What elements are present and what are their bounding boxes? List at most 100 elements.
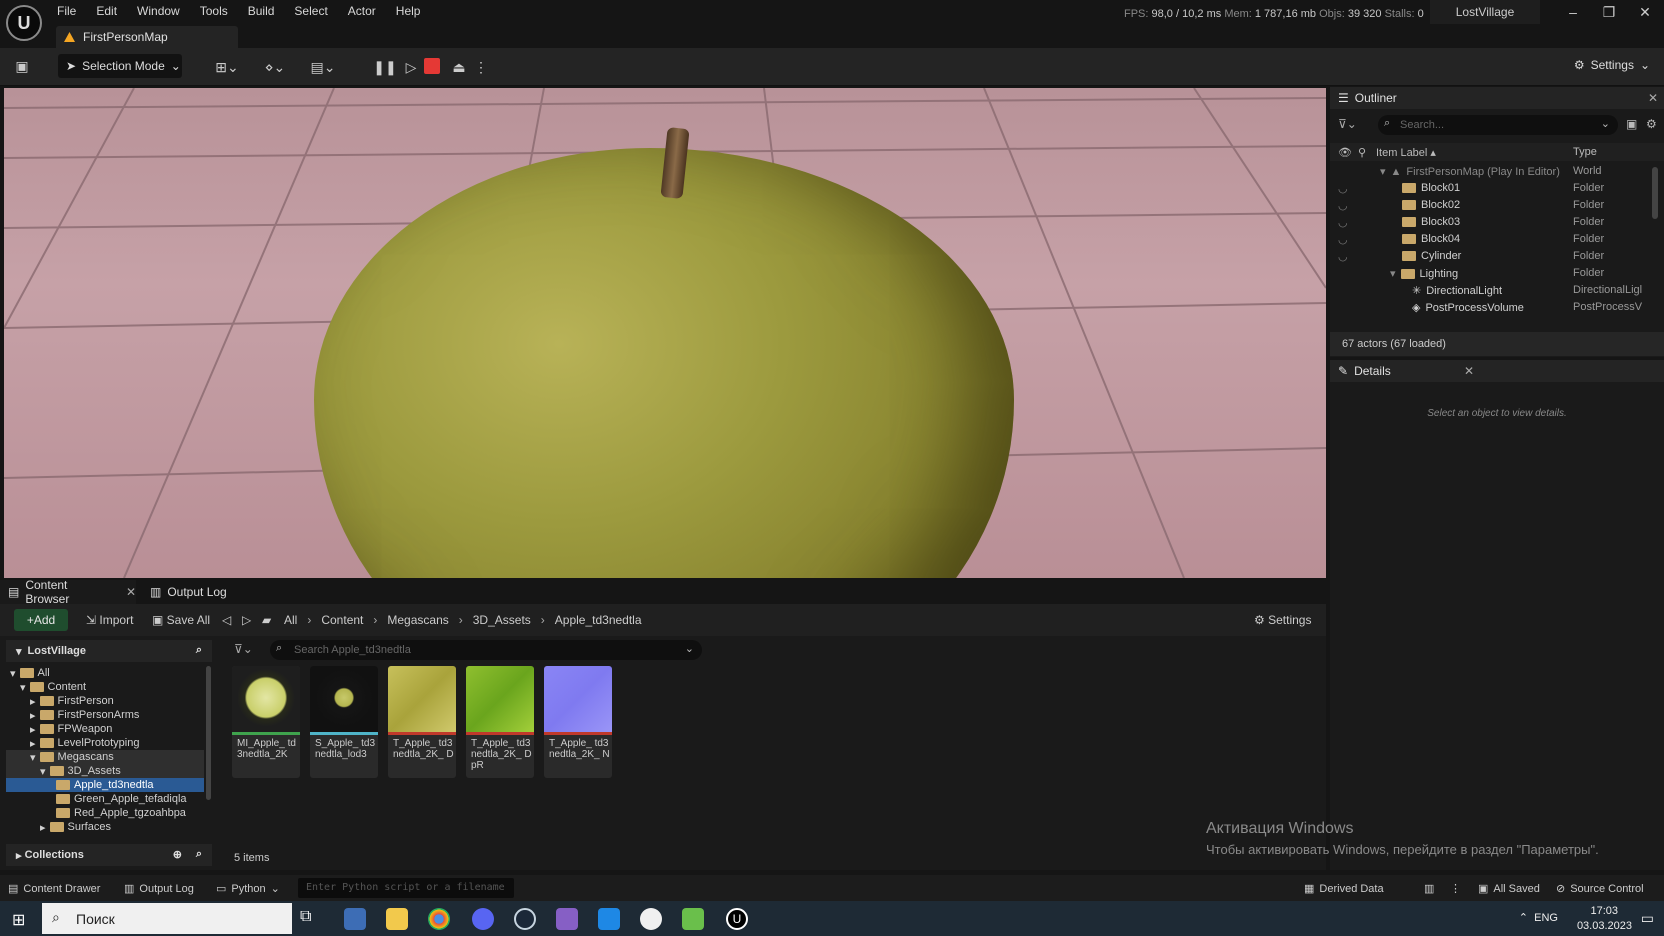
eject-icon[interactable]: ⏏ <box>448 57 470 77</box>
col-item-label[interactable]: Item Label ▴ <box>1376 146 1436 159</box>
collections-header[interactable]: ▸ Collections ⊕ ⌕ <box>6 844 212 866</box>
level-viewport[interactable] <box>4 88 1326 578</box>
search-icon[interactable]: ⌕ <box>196 644 202 657</box>
pin-icon[interactable]: ⚲ <box>1358 146 1366 159</box>
pause-icon[interactable]: ❚❚ <box>373 57 396 77</box>
python-command-input[interactable]: Enter Python script or a filename <box>298 878 514 898</box>
forward-icon[interactable]: ▷ <box>242 613 251 627</box>
tree-item[interactable]: Red_Apple_tgzoahbpa <box>6 806 204 820</box>
app-icon[interactable] <box>598 908 620 930</box>
app-icon[interactable] <box>344 908 366 930</box>
minimize-icon[interactable]: – <box>1558 4 1588 20</box>
clock-time[interactable]: 17:03 <box>1590 905 1618 917</box>
save-all-button[interactable]: ▣ Save All <box>152 613 210 627</box>
restore-icon[interactable]: ❐ <box>1594 4 1624 21</box>
menu-tools[interactable]: Tools <box>200 3 238 19</box>
steam-icon[interactable] <box>514 908 536 930</box>
search-icon[interactable]: ⌕ <box>196 848 202 861</box>
breadcrumb-item[interactable]: All <box>284 613 297 627</box>
tab-output-log[interactable]: ▥ Output Log <box>142 580 227 604</box>
more-options-icon[interactable]: ⋮ <box>474 57 488 77</box>
settings-button[interactable]: ⚙ Settings ⌄ <box>1574 58 1650 72</box>
menu-window[interactable]: Window <box>137 3 190 19</box>
eye-closed-icon[interactable]: ◡ <box>1338 250 1348 263</box>
content-drawer-button[interactable]: ▤ Content Drawer <box>8 882 100 896</box>
unreal-logo-icon[interactable]: U <box>6 5 42 41</box>
tree-scrollbar[interactable] <box>206 666 211 800</box>
tree-item[interactable]: ▾ 3D_Assets <box>6 764 204 778</box>
stop-icon[interactable] <box>424 58 440 74</box>
tree-item[interactable]: ▸ Surfaces <box>6 820 204 834</box>
taskbar-search[interactable]: ⌕ Поиск <box>42 903 292 934</box>
task-view-icon[interactable]: ⧉ <box>300 908 322 930</box>
source-control-button[interactable]: ⊘ Source Control <box>1556 882 1644 896</box>
gear-icon[interactable]: ⚙ <box>1646 117 1657 131</box>
col-type[interactable]: Type <box>1573 146 1597 158</box>
chevron-down-icon[interactable]: ⌄ <box>1601 117 1610 130</box>
step-icon[interactable]: ▷ <box>400 57 422 77</box>
discord-icon[interactable] <box>472 908 494 930</box>
close-icon[interactable]: ✕ <box>1458 364 1480 378</box>
app-icon[interactable] <box>682 908 704 930</box>
eye-closed-icon[interactable]: ◡ <box>1338 182 1348 195</box>
outliner-row[interactable]: ▾ ▲ FirstPersonMap (Play In Editor) World <box>1330 165 1664 182</box>
close-icon[interactable]: ✕ <box>1642 91 1664 105</box>
add-button[interactable]: + Add <box>14 609 68 631</box>
breadcrumb-item[interactable]: Apple_td3nedtla <box>555 613 642 627</box>
menu-actor[interactable]: Actor <box>348 3 386 19</box>
menu-help[interactable]: Help <box>396 3 431 19</box>
eye-closed-icon[interactable]: ◡ <box>1338 216 1348 229</box>
breadcrumb-item[interactable]: Content <box>321 613 363 627</box>
trace-icon[interactable]: ▥ <box>1424 882 1434 895</box>
breadcrumb-item[interactable]: Megascans <box>387 613 448 627</box>
more-options-icon[interactable]: ⋮ <box>1450 882 1461 895</box>
outliner-row[interactable]: ✳ DirectionalLight DirectionalLigl <box>1330 284 1664 301</box>
outliner-scrollbar[interactable] <box>1652 167 1658 219</box>
tree-item[interactable]: ▸ FPWeapon <box>6 722 204 736</box>
outliner-search-input[interactable]: ⌕ Search... ⌄ <box>1378 115 1618 135</box>
filter-icon[interactable]: ⊽⌄ <box>1338 117 1357 131</box>
all-saved-button[interactable]: ▣ All Saved <box>1478 882 1540 896</box>
import-button[interactable]: ⇲ Import <box>86 613 133 627</box>
chevron-up-icon[interactable]: ⌃ <box>1519 911 1528 924</box>
tree-item[interactable]: ▾ All <box>6 666 204 680</box>
save-icon[interactable]: ▣ <box>12 56 32 76</box>
selection-mode-dropdown[interactable]: ➤ Selection Mode ⌄ <box>58 54 182 78</box>
add-actor-icon[interactable]: ⊞⌄ <box>210 57 244 77</box>
close-window-icon[interactable]: ✕ <box>1630 4 1660 21</box>
eye-closed-icon[interactable]: ◡ <box>1338 199 1348 212</box>
outliner-row[interactable]: ◡ Cylinder Folder <box>1330 250 1664 267</box>
notification-icon[interactable]: ▭ <box>1641 910 1654 927</box>
derived-data-button[interactable]: ▦ Derived Data <box>1304 882 1384 896</box>
tree-item[interactable]: ▾ Content <box>6 680 204 694</box>
add-collection-icon[interactable]: ⊕ <box>173 848 182 861</box>
outliner-row[interactable]: ◡ Block04 Folder <box>1330 233 1664 250</box>
tree-item[interactable]: ▸ LevelPrototyping <box>6 736 204 750</box>
visual-studio-icon[interactable] <box>556 908 578 930</box>
outliner-row[interactable]: ◈ PostProcessVolume PostProcessV <box>1330 301 1664 318</box>
breadcrumb-item[interactable]: 3D_Assets <box>473 613 531 627</box>
menu-file[interactable]: File <box>57 3 86 19</box>
asset-tile[interactable]: T_Apple_ td3nedtla_2K_ N <box>544 666 612 778</box>
menu-build[interactable]: Build <box>248 3 285 19</box>
tree-item[interactable]: ▸ FirstPersonArms <box>6 708 204 722</box>
cinematics-icon[interactable]: ▤⌄ <box>306 57 340 77</box>
asset-tile[interactable]: T_Apple_ td3nedtla_2K_ D <box>388 666 456 778</box>
file-explorer-icon[interactable] <box>386 908 408 930</box>
outliner-row[interactable]: ◡ Block01 Folder <box>1330 182 1664 199</box>
eye-closed-icon[interactable]: ◡ <box>1338 233 1348 246</box>
menu-edit[interactable]: Edit <box>96 3 127 19</box>
tree-item[interactable]: ▸ FirstPerson <box>6 694 204 708</box>
asset-search-input[interactable]: ⌕ Search Apple_td3nedtla ⌄ <box>270 640 702 660</box>
output-log-button[interactable]: ▥ Output Log <box>124 882 194 896</box>
tab-content-browser[interactable]: ▤ Content Browser ✕ <box>0 578 136 606</box>
app-icon[interactable] <box>640 908 662 930</box>
chevron-down-icon[interactable]: ▾ <box>1390 267 1396 280</box>
map-tab[interactable]: FirstPersonMap <box>56 26 238 48</box>
back-icon[interactable]: ◁ <box>222 613 231 627</box>
windows-start-icon[interactable]: ⊞ <box>12 910 30 929</box>
eye-icon[interactable]: 👁 <box>1338 146 1352 159</box>
language-indicator[interactable]: ENG <box>1534 912 1558 924</box>
tree-item[interactable]: Apple_td3nedtla <box>6 778 204 792</box>
asset-tile[interactable]: T_Apple_ td3nedtla_2K_ DpR <box>466 666 534 778</box>
